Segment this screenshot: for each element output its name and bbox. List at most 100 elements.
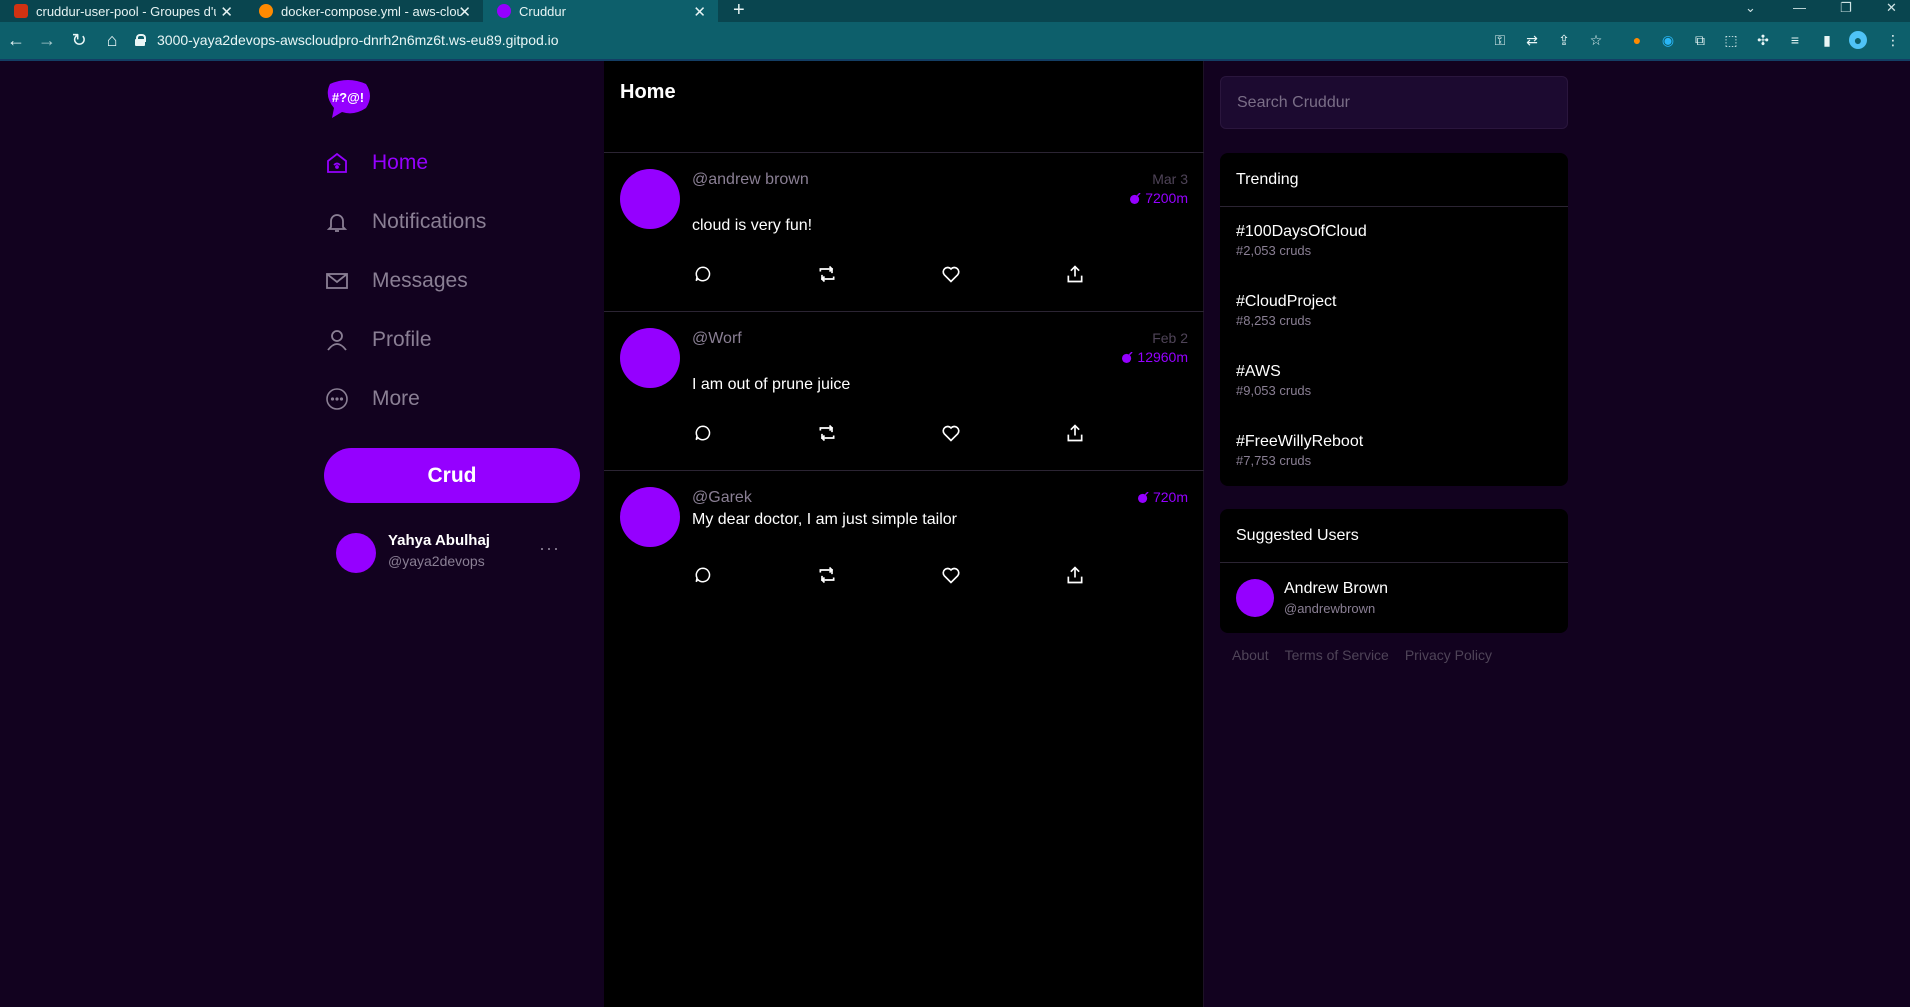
trending-tag: #100DaysOfCloud bbox=[1236, 223, 1367, 240]
trending-panel: Trending #100DaysOfCloud #2,053 cruds #C… bbox=[1220, 153, 1568, 486]
more-icon bbox=[324, 386, 350, 412]
bomb-icon bbox=[1122, 351, 1133, 363]
suggested-user-name[interactable]: Andrew Brown bbox=[1284, 580, 1388, 598]
expires-value: 720m bbox=[1152, 489, 1188, 505]
address-bar[interactable]: 3000-yaya2devops-awscloudpro-dnrh2n6mz6t… bbox=[135, 25, 559, 55]
crud-button[interactable]: Crud bbox=[324, 448, 580, 503]
reply-icon[interactable] bbox=[692, 564, 714, 586]
trending-title: Trending bbox=[1236, 171, 1299, 188]
crud-message: cloud is very fun! bbox=[692, 217, 813, 234]
crud-handle[interactable]: @Worf bbox=[692, 330, 742, 348]
repost-icon[interactable] bbox=[816, 564, 838, 586]
crud-expires: 720m bbox=[1137, 489, 1188, 505]
browser-tab-2[interactable]: docker-compose.yml - aws-cloud ✕ bbox=[245, 0, 483, 22]
trending-item[interactable]: #FreeWillyReboot #7,753 cruds bbox=[1236, 433, 1363, 468]
share-icon[interactable] bbox=[1064, 564, 1086, 586]
browser-tab-1[interactable]: cruddur-user-pool - Groupes d'u ✕ bbox=[0, 0, 245, 22]
crud-item[interactable]: @andrew brown Mar 3 7200m cloud is very … bbox=[604, 153, 1204, 312]
home-browser-icon[interactable]: ⌂ bbox=[100, 28, 124, 52]
crud-handle[interactable]: @Garek bbox=[692, 489, 752, 507]
window-close-icon[interactable]: ✕ bbox=[1886, 0, 1897, 16]
crud-actions bbox=[692, 422, 1092, 444]
avatar[interactable] bbox=[620, 487, 680, 547]
side-panel-icon[interactable]: ▮ bbox=[1818, 31, 1836, 49]
share-icon[interactable] bbox=[1064, 422, 1086, 444]
nav-more[interactable]: More bbox=[324, 379, 420, 419]
share-icon[interactable] bbox=[1064, 263, 1086, 285]
browser-tab-3[interactable]: Cruddur ✕ bbox=[483, 0, 718, 22]
extension-blue-icon[interactable]: ◉ bbox=[1659, 31, 1677, 49]
trending-item[interactable]: #AWS #9,053 cruds bbox=[1236, 363, 1311, 398]
bomb-icon bbox=[1130, 192, 1141, 204]
translate-icon[interactable]: ⇄ bbox=[1523, 31, 1541, 49]
screenshot-icon[interactable]: ⬚ bbox=[1722, 31, 1740, 49]
extension-gitpod-icon[interactable]: ● bbox=[1628, 31, 1646, 49]
trending-item[interactable]: #100DaysOfCloud #2,053 cruds bbox=[1236, 223, 1367, 258]
share-icon[interactable]: ⇪ bbox=[1555, 31, 1573, 49]
media-icon[interactable]: ≡ bbox=[1786, 31, 1804, 49]
key-icon[interactable]: ⚿ bbox=[1491, 31, 1509, 49]
avatar[interactable] bbox=[620, 328, 680, 388]
browser-menu-icon[interactable]: ⋮ bbox=[1884, 31, 1902, 49]
suggested-users-panel: Suggested Users Andrew Brown @andrewbrow… bbox=[1220, 509, 1568, 633]
trending-tag: #CloudProject bbox=[1236, 293, 1337, 310]
close-icon[interactable]: ✕ bbox=[458, 3, 471, 21]
like-icon[interactable] bbox=[940, 263, 962, 285]
extension-icon[interactable]: ⧉ bbox=[1691, 31, 1709, 49]
avatar[interactable] bbox=[1236, 579, 1274, 617]
like-icon[interactable] bbox=[940, 564, 962, 586]
profile-more-button[interactable]: ··· bbox=[539, 538, 560, 559]
footer-links: About Terms of Service Privacy Policy bbox=[1232, 647, 1492, 663]
forward-icon[interactable]: → bbox=[35, 28, 59, 52]
search-input[interactable] bbox=[1220, 76, 1568, 129]
footer-terms-link[interactable]: Terms of Service bbox=[1285, 647, 1389, 663]
trending-count: #2,053 cruds bbox=[1236, 243, 1312, 258]
reload-icon[interactable]: ↻ bbox=[67, 28, 91, 52]
crud-expires: 12960m bbox=[1122, 349, 1188, 365]
crud-item[interactable]: @Garek 720m My dear doctor, I am just si… bbox=[604, 471, 1204, 611]
user-icon bbox=[324, 327, 350, 353]
suggested-title: Suggested Users bbox=[1236, 527, 1359, 544]
back-icon[interactable]: ← bbox=[4, 28, 28, 52]
nav-profile[interactable]: Profile bbox=[324, 320, 432, 360]
crud-date: Feb 2 bbox=[1152, 330, 1188, 346]
puzzle-icon[interactable]: ✣ bbox=[1754, 31, 1772, 49]
avatar[interactable] bbox=[620, 169, 680, 229]
bell-icon bbox=[324, 209, 350, 235]
profile-avatar-icon[interactable]: ● bbox=[1849, 31, 1867, 49]
page-title: Home bbox=[620, 81, 676, 103]
repost-icon[interactable] bbox=[816, 422, 838, 444]
crud-message: I am out of prune juice bbox=[692, 376, 851, 393]
aws-icon bbox=[14, 4, 28, 18]
nav-notifications[interactable]: Notifications bbox=[324, 202, 486, 242]
footer-about-link[interactable]: About bbox=[1232, 647, 1269, 663]
restore-icon[interactable]: ❐ bbox=[1840, 0, 1852, 16]
reply-icon[interactable] bbox=[692, 263, 714, 285]
cruddur-logo[interactable]: #?@! bbox=[324, 78, 372, 118]
new-tab-button[interactable]: + bbox=[733, 0, 745, 22]
bookmark-star-icon[interactable]: ☆ bbox=[1587, 31, 1605, 49]
minimize-icon[interactable]: — bbox=[1793, 0, 1806, 15]
crud-message: My dear doctor, I am just simple tailor bbox=[692, 511, 957, 528]
crud-handle[interactable]: @andrew brown bbox=[692, 171, 809, 189]
nav-home[interactable]: Home bbox=[324, 143, 428, 183]
crud-item[interactable]: @Worf Feb 2 12960m I am out of prune jui… bbox=[604, 312, 1204, 471]
gitpod-icon bbox=[259, 4, 273, 18]
footer-privacy-link[interactable]: Privacy Policy bbox=[1405, 647, 1492, 663]
profile-name: Yahya Abulhaj bbox=[388, 532, 490, 549]
tab-search-icon[interactable]: ⌄ bbox=[1745, 0, 1756, 16]
close-icon[interactable]: ✕ bbox=[220, 3, 233, 21]
nav-messages[interactable]: Messages bbox=[324, 261, 468, 301]
crud-expires: 7200m bbox=[1130, 190, 1188, 206]
repost-icon[interactable] bbox=[816, 263, 838, 285]
trending-count: #9,053 cruds bbox=[1236, 383, 1312, 398]
sidebar: #?@! Home Notifications Messages Profile bbox=[324, 61, 604, 1007]
close-icon[interactable]: ✕ bbox=[693, 3, 706, 21]
nav-label: Home bbox=[372, 151, 429, 174]
trending-item[interactable]: #CloudProject #8,253 cruds bbox=[1236, 293, 1337, 328]
reply-icon[interactable] bbox=[692, 422, 714, 444]
profile-card[interactable]: Yahya Abulhaj @yaya2devops ··· bbox=[336, 526, 572, 576]
tab-label: docker-compose.yml - aws-cloud bbox=[281, 3, 461, 19]
like-icon[interactable] bbox=[940, 422, 962, 444]
nav-label: More bbox=[372, 387, 420, 410]
